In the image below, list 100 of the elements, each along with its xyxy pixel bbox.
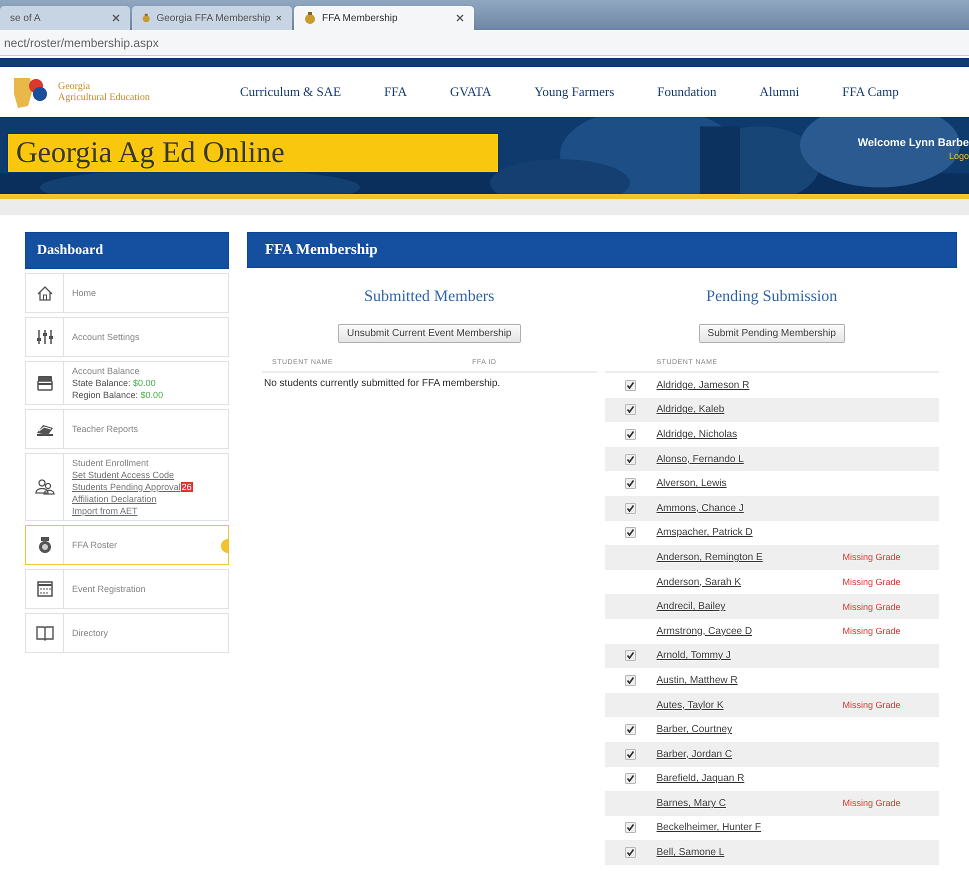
student-link[interactable]: Anderson, Sarah K [656, 576, 741, 588]
nav-link[interactable]: FFA Camp [842, 84, 899, 100]
sidebar-item[interactable]: Account Balance State Balance: $0.00 Region Balance: $0.00 [25, 361, 229, 405]
student-link[interactable]: Aldridge, Kaleb [656, 404, 724, 416]
warning-text: Missing Grade [842, 798, 901, 808]
checkbox[interactable] [625, 428, 636, 440]
table-row[interactable]: Armstrong, Caycee D Missing Grade [604, 618, 939, 644]
sidebar-link[interactable]: Import from AET [72, 506, 138, 516]
checkbox[interactable] [625, 404, 636, 416]
checkbox[interactable] [625, 527, 636, 538]
sidebar-item[interactable]: Event Registration [25, 569, 229, 609]
table-row[interactable]: Anderson, Remington E Missing Grade [604, 545, 939, 570]
table-row[interactable]: Aldridge, Nicholas [604, 422, 939, 447]
checkbox[interactable] [625, 674, 636, 686]
student-link[interactable]: Aldridge, Nicholas [656, 428, 738, 440]
checkbox[interactable] [625, 650, 636, 662]
sidebar-item[interactable]: FFA Roster [25, 525, 229, 565]
close-icon[interactable] [456, 14, 464, 22]
nav-link[interactable]: Curriculum & SAE [240, 84, 342, 100]
table-row[interactable]: Barnes, Mary C Missing Grade [604, 791, 939, 816]
sidebar-link[interactable]: Affiliation Declaration [72, 494, 156, 504]
sidebar-item[interactable]: Account Settings [25, 317, 229, 357]
student-link[interactable]: Armstrong, Caycee D [656, 626, 752, 637]
unsubmit-button[interactable]: Unsubmit Current Event Membership [338, 324, 520, 343]
warning-text: Missing Grade [842, 626, 901, 636]
people-icon [34, 477, 54, 497]
student-link[interactable]: Austin, Matthew R [656, 674, 738, 686]
table-row[interactable]: Beckelheimer, Hunter F [604, 816, 939, 840]
browser-tab[interactable]: se of A [0, 6, 130, 30]
nav-link[interactable]: Young Farmers [534, 84, 614, 100]
checkbox[interactable] [625, 454, 636, 465]
table-row[interactable]: Arnold, Tommy J [604, 644, 939, 668]
table-row[interactable]: Barber, Courtney [604, 717, 939, 742]
table-row[interactable]: Austin, Matthew R [604, 668, 939, 693]
balance-text: State Balance: $0.00 [72, 378, 157, 388]
sidebar-label: Account Balance [72, 366, 141, 376]
submit-button[interactable]: Submit Pending Membership [698, 324, 845, 343]
table-row[interactable]: Alverson, Lewis [604, 471, 939, 496]
sidebar-item[interactable]: Directory [25, 613, 229, 653]
student-link[interactable]: Beckelheimer, Hunter F [656, 822, 761, 834]
logout-link[interactable]: Logo [858, 151, 969, 161]
nav-link[interactable]: Alumni [760, 84, 800, 100]
table-row[interactable]: Autes, Taylor K Missing Grade [604, 692, 939, 718]
student-link[interactable]: Bell, Samone L [656, 847, 724, 858]
nav-link[interactable]: Foundation [657, 84, 717, 100]
sidebar-label: Student Enrollment [72, 458, 150, 468]
student-link[interactable]: Barber, Courtney [656, 724, 732, 736]
welcome-text: Welcome Lynn Barbe [858, 137, 969, 149]
sidebar-link[interactable]: Students Pending Approval [72, 482, 181, 492]
sidebar-label: FFA Roster [72, 540, 118, 550]
checkbox[interactable] [625, 847, 636, 858]
logo-text: Georgia [58, 81, 92, 92]
checkbox[interactable] [625, 502, 636, 514]
checkbox[interactable] [625, 822, 636, 834]
sidebar-item[interactable]: Teacher Reports [25, 409, 229, 449]
student-link[interactable]: Autes, Taylor K [656, 700, 724, 711]
table-row[interactable]: Aldridge, Kaleb [604, 398, 939, 422]
checkbox[interactable] [625, 773, 636, 784]
browser-tab[interactable]: FFA Membership [294, 6, 474, 30]
student-link[interactable]: Barefield, Jaquan R [656, 773, 744, 784]
sliders-icon [34, 327, 54, 347]
empty-message: No students currently submitted for FFA membership. [263, 377, 502, 391]
student-link[interactable]: Barnes, Mary C [656, 798, 726, 809]
sidebar-item[interactable]: Student Enrollment Set Student Access Code Students Pending Approval 26 Affiliation Declaration Import from AET [25, 453, 229, 521]
table-row[interactable]: Andrecil, Bailey Missing Grade [604, 594, 939, 619]
table-row[interactable]: Anderson, Sarah K Missing Grade [604, 570, 939, 594]
table-row[interactable]: Alonso, Fernando L [604, 446, 939, 472]
student-link[interactable]: Alverson, Lewis [656, 478, 727, 490]
checkbox[interactable] [625, 748, 636, 760]
nav-link[interactable]: FFA [384, 84, 407, 100]
table-row[interactable]: Ammons, Chance J [604, 496, 939, 521]
table-row[interactable]: Amspacher, Patrick D [604, 520, 939, 546]
student-link[interactable]: Ammons, Chance J [656, 502, 744, 514]
student-link[interactable]: Barber, Jordan C [656, 748, 732, 760]
student-link[interactable]: Arnold, Tommy J [656, 650, 731, 662]
close-icon[interactable] [112, 14, 120, 22]
student-link[interactable]: Alonso, Fernando L [656, 454, 744, 465]
address-bar[interactable]: nect/roster/membership.aspx [0, 30, 969, 56]
close-icon[interactable] [276, 14, 282, 22]
checkbox[interactable] [625, 724, 636, 736]
student-link[interactable]: Andrecil, Bailey [656, 601, 726, 612]
checkbox[interactable] [625, 478, 636, 490]
cards-icon [34, 373, 54, 393]
student-link[interactable]: Amspacher, Patrick D [656, 527, 753, 538]
browser-tab[interactable]: Georgia FFA Membership [132, 6, 292, 30]
logo-text: Agricultural Education [58, 92, 150, 103]
student-link[interactable]: Anderson, Remington E [656, 552, 763, 563]
nav-link[interactable]: GVATA [450, 84, 492, 100]
checkbox[interactable] [625, 380, 636, 391]
sidebar-link[interactable]: Set Student Access Code [72, 470, 174, 480]
table-row[interactable]: Barber, Jordan C [604, 742, 939, 766]
section-heading: Submitted Members [364, 288, 494, 306]
table-row[interactable]: Bell, Samone L [604, 840, 939, 865]
student-link[interactable]: Aldridge, Jameson R [656, 380, 750, 391]
table-row[interactable]: Aldridge, Jameson R [604, 373, 939, 398]
warning-text: Missing Grade [842, 552, 901, 562]
sidebar-item[interactable]: Home [25, 273, 229, 313]
sidebar-label: Home [72, 288, 96, 298]
sidebar-label: Account Settings [72, 332, 140, 342]
table-row[interactable]: Barefield, Jaquan R [604, 766, 939, 792]
